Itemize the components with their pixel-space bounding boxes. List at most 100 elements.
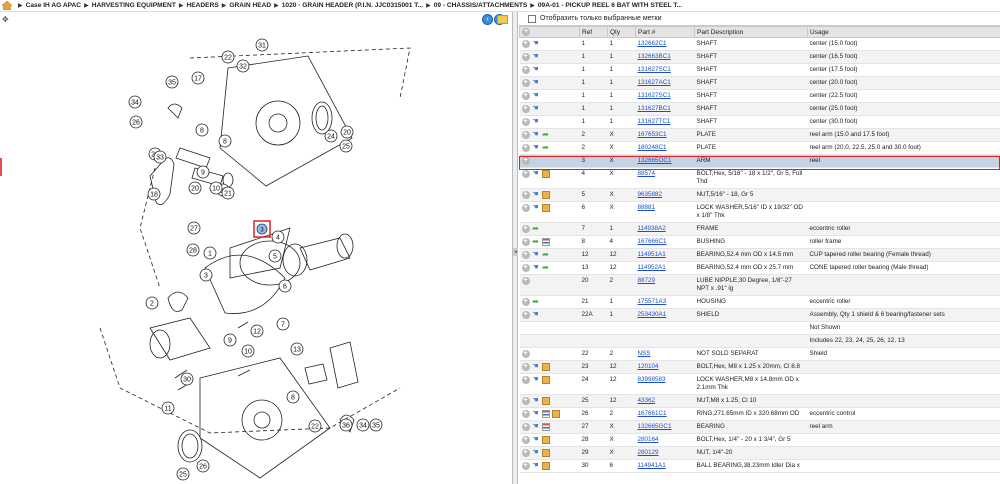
diagram-callout[interactable]: 32: [236, 59, 250, 73]
info-hand-icon[interactable]: ☚: [532, 462, 540, 470]
add-to-cart-icon[interactable]: +: [521, 410, 530, 418]
add-to-cart-icon[interactable]: +: [521, 462, 530, 470]
part-number-link[interactable]: 114951A1: [638, 251, 666, 258]
part-number-link[interactable]: 131627SC1: [638, 66, 671, 73]
diagram-callout[interactable]: 21: [221, 186, 235, 200]
diagram-callout[interactable]: 1: [203, 246, 217, 260]
kit-box-icon[interactable]: [541, 436, 550, 444]
add-to-cart-icon[interactable]: +: [521, 225, 530, 233]
diagram-callout[interactable]: 20: [188, 181, 202, 195]
table-row[interactable]: + ☚ 23 12 120104 BOLT,Hex, M8 x 1.25 x 20mm, …: [519, 360, 1000, 374]
part-number-link[interactable]: 175571A3: [638, 298, 667, 305]
substitute-arrow-icon[interactable]: ➦: [542, 131, 550, 139]
add-to-cart-icon[interactable]: +: [521, 363, 530, 371]
info-hand-icon[interactable]: ☚: [532, 363, 540, 371]
substitute-arrow-icon[interactable]: ➦: [532, 225, 540, 233]
add-to-cart-icon[interactable]: +: [521, 436, 530, 444]
info-hand-icon[interactable]: ☚: [532, 131, 540, 139]
substitute-arrow-icon[interactable]: ➦: [532, 238, 540, 246]
kit-box-icon[interactable]: [541, 170, 550, 178]
table-row[interactable]: + ☚ ➦ 2 X 167653C1 PLATE reel arm (15.0 and 17.…: [519, 128, 1000, 142]
header-part-number[interactable]: Part #: [635, 26, 695, 38]
table-row[interactable]: +3 X 132665OC1 ARM reel: [519, 154, 1000, 168]
diagram-callout[interactable]: 10: [209, 181, 223, 195]
flag-icon[interactable]: [541, 410, 550, 418]
part-number-link[interactable]: 132662C1: [638, 40, 667, 47]
add-to-cart-icon[interactable]: +: [521, 170, 530, 178]
add-to-cart-icon[interactable]: +: [521, 105, 530, 113]
diagram-callout[interactable]: 34: [356, 418, 370, 432]
add-to-cart-icon[interactable]: +: [521, 238, 530, 246]
info-hand-icon[interactable]: ☚: [532, 436, 540, 444]
table-row[interactable]: + ☚ 22A 1 253430A1 SHIELD Assembly, Qty 1 shie…: [519, 308, 1000, 322]
previous-diagram-button[interactable]: ‹: [482, 14, 493, 25]
diagram-callout[interactable]: 25: [339, 139, 353, 153]
add-to-cart-icon[interactable]: +: [521, 157, 530, 165]
kit-box-icon[interactable]: [541, 191, 550, 199]
table-row[interactable]: + ☚ 1 1 131627SC1 SHAFT center (22.5 foot): [519, 89, 1000, 103]
add-to-cart-icon[interactable]: +: [521, 251, 530, 259]
diagram-callout[interactable]: 10: [241, 344, 255, 358]
part-number-link[interactable]: 132663BC1: [638, 53, 671, 60]
info-hand-icon[interactable]: ☚: [532, 397, 540, 405]
part-number-link[interactable]: 9635882: [638, 191, 663, 198]
diagram-callout[interactable]: 3: [199, 268, 213, 282]
diagram-callout[interactable]: 35: [165, 75, 179, 89]
flag-icon[interactable]: [541, 238, 550, 246]
table-row[interactable]: + ☚ 6 X 88881 LOCK WASHER,5/16" ID x 19/32" O…: [519, 201, 1000, 223]
part-number-link[interactable]: 114938A2: [638, 225, 666, 232]
table-row[interactable]: + ☚ 5 X 9635882 NUT,5/16" - 18, Gr 5: [519, 188, 1000, 202]
add-to-cart-icon[interactable]: +: [521, 118, 530, 126]
add-to-cart-icon[interactable]: +: [521, 449, 530, 457]
info-hand-icon[interactable]: ☚: [532, 251, 540, 259]
table-row[interactable]: +20 2 88729 LUBE NIPPLE,30 Degree, 1/8"-27 …: [519, 274, 1000, 296]
part-number-link[interactable]: 280129: [638, 449, 659, 456]
diagram-callout[interactable]: 2: [145, 296, 159, 310]
expand-icon[interactable]: ✥: [2, 15, 9, 24]
diagram-callout[interactable]: 9: [223, 333, 237, 347]
pane-splitter[interactable]: ◂: [513, 12, 518, 484]
table-row[interactable]: + ☚ 1 1 131627BC1 SHAFT center (25.0 foot): [519, 102, 1000, 116]
breadcrumb-item[interactable]: 1020 - GRAIN HEADER (P.I.N. JJC0315001 T…: [282, 2, 423, 9]
info-hand-icon[interactable]: ☚: [532, 423, 540, 431]
part-number-link[interactable]: 132665OC1: [638, 157, 672, 164]
add-to-cart-icon[interactable]: +: [521, 376, 530, 384]
kit-box-icon[interactable]: [541, 376, 550, 384]
part-number-link[interactable]: 180248C1: [638, 144, 667, 151]
diagram-callout[interactable]: 30: [180, 372, 194, 386]
table-row[interactable]: + ➦ 7 1 114938A2 FRAME eccentric roller: [519, 222, 1000, 236]
breadcrumb-item[interactable]: GRAIN HEAD: [229, 2, 271, 9]
diagram-callout[interactable]: 22: [221, 50, 235, 64]
info-hand-icon[interactable]: ☚: [532, 264, 540, 272]
table-row[interactable]: + ☚ 4 X 88574 BOLT,Hex, 5/16" - 18 x 1/2", Gr…: [519, 167, 1000, 189]
info-hand-icon[interactable]: ☚: [532, 79, 540, 87]
info-hand-icon[interactable]: ☚: [532, 410, 540, 418]
part-number-link[interactable]: 167661C1: [638, 410, 667, 417]
diagram-callout[interactable]: 8: [218, 134, 232, 148]
info-hand-icon[interactable]: ☚: [532, 204, 540, 212]
diagram-callout[interactable]: 8: [286, 390, 300, 404]
breadcrumb-item[interactable]: HARVESTING EQUIPMENT: [92, 2, 176, 9]
show-selected-only-checkbox[interactable]: [528, 14, 536, 23]
kit-box-icon[interactable]: [541, 204, 550, 212]
add-to-cart-icon[interactable]: +: [521, 311, 530, 319]
part-number-link[interactable]: 131627TC1: [638, 118, 671, 125]
diagram-callout[interactable]: 24: [324, 129, 338, 143]
diagram-callout[interactable]: 33: [153, 150, 167, 164]
info-hand-icon[interactable]: ☚: [532, 144, 540, 152]
diagram-callout[interactable]: 5: [268, 249, 282, 263]
kit-box-icon[interactable]: [541, 363, 550, 371]
part-number-link[interactable]: 131627BC1: [638, 105, 671, 112]
add-to-cart-icon[interactable]: +: [521, 144, 530, 152]
diagram-callout[interactable]: 4: [271, 230, 285, 244]
kit-box-icon[interactable]: [541, 462, 550, 470]
info-hand-icon[interactable]: ☚: [532, 449, 540, 457]
part-number-link[interactable]: 114952A1: [638, 264, 666, 271]
diagram-callout[interactable]: 22: [308, 419, 322, 433]
part-number-link[interactable]: 132665GC1: [638, 423, 672, 430]
flag-icon[interactable]: [541, 423, 550, 431]
diagram-callout[interactable]: 34: [128, 95, 142, 109]
part-number-link[interactable]: 167666C1: [638, 238, 667, 245]
exploded-parts-diagram[interactable]: 3122321735342623242520833202989211810272…: [0, 28, 512, 484]
diagram-callout[interactable]: 36: [339, 418, 353, 432]
